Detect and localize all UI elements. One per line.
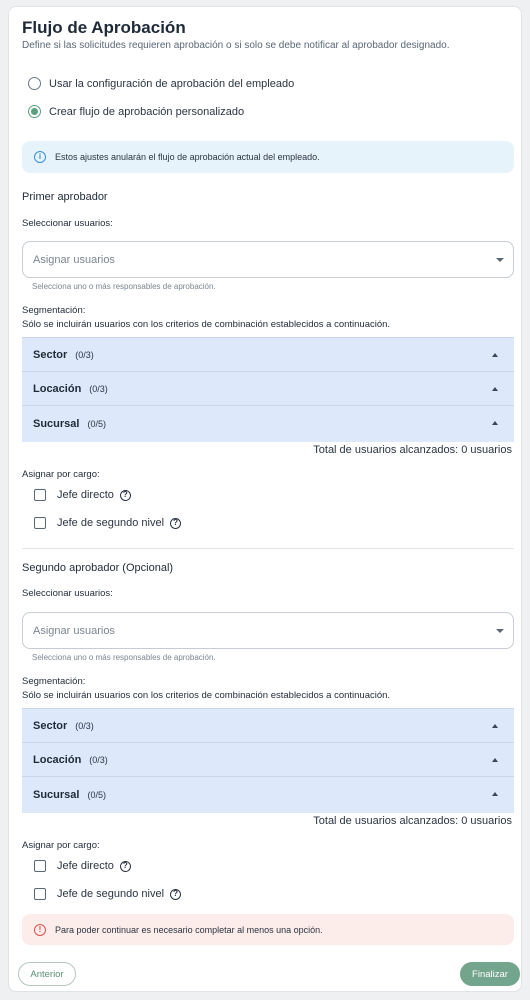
first-users-select[interactable]: Asignar usuarios <box>22 241 514 278</box>
radio-custom-flow-label: Crear flujo de aprobación personalizado <box>49 105 245 118</box>
second-approver-title: Segundo aprobador (Opcional) <box>22 562 174 574</box>
first-role-label: Asignar por cargo: <box>22 469 100 480</box>
second-role-direct-boss[interactable]: Jefe directo ? <box>34 860 131 872</box>
chevron-up-icon[interactable] <box>492 353 498 357</box>
accordion-sector-label: Sector <box>33 719 68 732</box>
accordion-branch-label: Sucursal <box>33 418 80 430</box>
checkbox[interactable] <box>34 489 46 501</box>
accordion-location[interactable]: Locación (0/3) <box>22 372 514 406</box>
first-segmentation-desc: Sólo se incluirán usuarios con los crite… <box>22 319 391 330</box>
previous-button[interactable]: Anterior <box>18 962 76 986</box>
second-users-select-placeholder: Asignar usuarios <box>33 624 115 637</box>
info-alert-text: Estos ajustes anularán el flujo de aprob… <box>55 152 320 162</box>
radio-employee-config-label: Usar la configuración de aprobación del … <box>49 77 295 90</box>
accordion-location-count: (0/3) <box>89 754 108 765</box>
accordion-branch-count: (0/5) <box>87 419 106 429</box>
first-approver-title: Primer aprobador <box>22 191 108 203</box>
role-direct-boss-label: Jefe directo <box>57 860 114 872</box>
help-icon[interactable]: ? <box>170 517 182 529</box>
chevron-up-icon[interactable] <box>492 792 498 796</box>
first-role-second-level[interactable]: Jefe de segundo nivel ? <box>34 517 182 529</box>
alert-circle-icon: ! <box>34 923 46 936</box>
radio-checked-icon[interactable] <box>28 105 41 118</box>
first-segmentation-accordion: Sector (0/3) Locación (0/3) Sucursal (0/… <box>22 337 514 442</box>
checkbox[interactable] <box>34 888 46 900</box>
accordion-sector-label: Sector <box>33 348 68 361</box>
accordion-branch-count: (0/5) <box>87 790 106 800</box>
chevron-down-icon <box>496 629 504 633</box>
role-second-level-label: Jefe de segundo nivel <box>57 517 165 529</box>
help-icon[interactable]: ? <box>119 489 131 501</box>
first-role-direct-boss[interactable]: Jefe directo ? <box>34 489 131 501</box>
help-icon[interactable]: ? <box>170 888 182 900</box>
chevron-up-icon[interactable] <box>492 758 498 762</box>
chevron-down-icon <box>496 258 504 262</box>
second-total-users: Total de usuarios alcanzados: 0 usuarios <box>313 815 512 827</box>
accordion-branch[interactable]: Sucursal (0/5) <box>22 777 514 813</box>
second-segmentation-label: Segmentación: <box>22 676 86 687</box>
first-users-select-placeholder: Asignar usuarios <box>33 253 115 266</box>
radio-employee-config[interactable]: Usar la configuración de aprobación del … <box>28 77 294 90</box>
accordion-sector[interactable]: Sector (0/3) <box>22 709 514 743</box>
second-segmentation-desc: Sólo se incluirán usuarios con los crite… <box>22 690 391 701</box>
second-select-helper: Selecciona uno o más responsables de apr… <box>32 653 216 662</box>
chevron-up-icon[interactable] <box>492 724 498 728</box>
chevron-up-icon[interactable] <box>492 387 498 391</box>
page-title: Flujo de Aprobación <box>22 18 186 37</box>
first-total-users: Total de usuarios alcanzados: 0 usuarios <box>313 444 512 456</box>
second-users-select[interactable]: Asignar usuarios <box>22 612 514 649</box>
info-alert: i Estos ajustes anularán el flujo de apr… <box>22 141 514 173</box>
first-select-helper: Selecciona uno o más responsables de apr… <box>32 282 216 291</box>
second-segmentation-accordion: Sector (0/3) Locación (0/3) Sucursal (0/… <box>22 708 514 813</box>
approval-flow-card: Flujo de Aprobación Define si las solici… <box>8 6 522 992</box>
second-role-second-level[interactable]: Jefe de segundo nivel ? <box>34 888 182 900</box>
accordion-branch[interactable]: Sucursal (0/5) <box>22 406 514 442</box>
accordion-location-label: Locación <box>33 382 82 395</box>
radio-custom-flow[interactable]: Crear flujo de aprobación personalizado <box>28 105 244 118</box>
info-icon: i <box>34 151 46 163</box>
accordion-location-label: Locación <box>33 753 82 766</box>
error-alert-text: Para poder continuar es necesario comple… <box>55 924 323 935</box>
help-icon[interactable]: ? <box>119 860 131 872</box>
role-second-level-label: Jefe de segundo nivel <box>57 888 165 900</box>
checkbox[interactable] <box>34 517 46 529</box>
first-segmentation-label: Segmentación: <box>22 305 86 316</box>
first-select-label: Seleccionar usuarios: <box>22 218 113 229</box>
accordion-sector-count: (0/3) <box>75 349 94 360</box>
page-subtitle: Define si las solicitudes requieren apro… <box>22 40 450 51</box>
accordion-branch-label: Sucursal <box>33 789 80 801</box>
second-select-label: Seleccionar usuarios: <box>22 588 113 599</box>
checkbox[interactable] <box>34 860 46 872</box>
accordion-sector[interactable]: Sector (0/3) <box>22 338 514 372</box>
error-alert: ! Para poder continuar es necesario comp… <box>22 914 514 945</box>
section-divider <box>22 548 514 549</box>
radio-unchecked-icon[interactable] <box>28 77 41 90</box>
role-direct-boss-label: Jefe directo <box>57 489 114 501</box>
second-role-label: Asignar por cargo: <box>22 840 100 851</box>
accordion-sector-count: (0/3) <box>75 720 94 731</box>
accordion-location[interactable]: Locación (0/3) <box>22 743 514 777</box>
finish-button[interactable]: Finalizar <box>460 962 520 986</box>
accordion-location-count: (0/3) <box>89 383 108 394</box>
chevron-up-icon[interactable] <box>492 421 498 425</box>
